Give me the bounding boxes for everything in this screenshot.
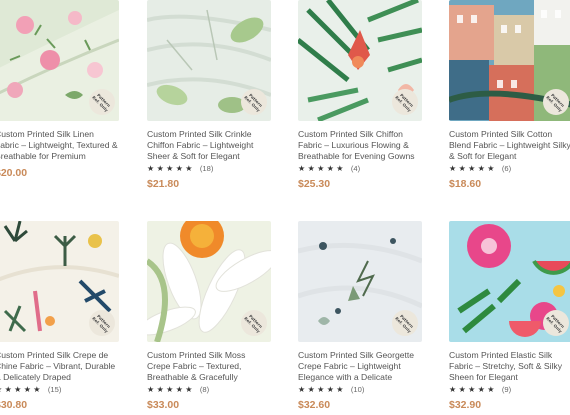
star-icon: ★★★★★ [449,164,497,173]
rating: ★★★★★ (9) [449,385,570,395]
product-price: $20.00 [0,167,28,179]
product-price: $30.80 [0,399,28,411]
product-image[interactable]: Pattern Ref. Only [0,0,119,121]
product-image[interactable]: Pattern Ref. Only [298,221,422,342]
product-image[interactable]: Pattern Ref. Only [0,221,119,342]
product-image[interactable]: Pattern Ref. Only [449,0,570,121]
product-price: $21.80 [147,178,180,190]
rating-count: (9) [501,385,512,394]
rating-count: (4) [350,164,361,173]
product-title[interactable]: Custom Printed Silk Crinkle Chiffon Fabr… [147,129,271,163]
product-image[interactable]: Pattern Ref. Only [147,221,271,342]
product-card[interactable]: Pattern Ref. Only Custom Printed Elastic… [449,221,570,411]
product-card[interactable]: Pattern Ref. Only Custom Printed Silk Li… [0,0,119,179]
star-icon: ★★★★★ [147,385,195,394]
product-card[interactable]: Pattern Ref. Only Custom Printed Silk Cr… [0,221,119,411]
product-price: $33.00 [147,399,180,411]
product-price: $18.60 [449,178,482,190]
product-card[interactable]: Pattern Ref. Only Custom Printed Silk Cr… [147,0,271,190]
product-card[interactable]: Pattern Ref. Only Custom Printed Silk Co… [449,0,570,190]
product-price: $25.30 [298,178,331,190]
product-title[interactable]: Custom Printed Elastic Silk Fabric – Str… [449,350,570,384]
rating: ★★★★★ (18) [147,164,271,174]
star-icon: ★★★★★ [449,385,497,394]
rating-count: (6) [501,164,512,173]
product-image[interactable]: Pattern Ref. Only [147,0,271,121]
product-title[interactable]: Custom Printed Silk Crepe de Chine Fabri… [0,350,119,384]
rating-count: (8) [199,385,210,394]
rating-count: (10) [350,385,365,394]
rating: ★★★★★ (6) [449,164,570,174]
product-title[interactable]: Custom Printed Silk Cotton Blend Fabric … [449,129,570,163]
product-image[interactable]: Pattern Ref. Only [298,0,422,121]
star-icon: ★★★★★ [298,385,346,394]
star-icon: ★★★★★ [147,164,195,173]
product-title[interactable]: Custom Printed Silk Linen Fabric – Light… [0,129,119,163]
rating: ★★★★★ (8) [147,385,271,395]
product-title[interactable]: Custom Printed Silk Moss Crepe Fabric – … [147,350,271,384]
product-price: $32.60 [298,399,331,411]
rating: ★★★★★ (10) [298,385,422,395]
rating-count: (15) [47,385,62,394]
product-card[interactable]: Pattern Ref. Only Custom Printed Silk Ge… [298,221,422,411]
product-card[interactable]: Pattern Ref. Only Custom Printed Silk Ch… [298,0,422,190]
product-title[interactable]: Custom Printed Silk Georgette Crepe Fabr… [298,350,422,384]
product-image[interactable]: Pattern Ref. Only [449,221,570,342]
rating: ★★★★★ (15) [0,385,119,395]
star-icon: ★★★★★ [298,164,346,173]
product-title[interactable]: Custom Printed Silk Chiffon Fabric – Lux… [298,129,422,163]
star-icon: ★★★★★ [0,385,43,394]
rating: ★★★★★ (4) [298,164,422,174]
product-card[interactable]: Pattern Ref. Only Custom Printed Silk Mo… [147,221,271,411]
rating-count: (18) [199,164,214,173]
product-price: $32.90 [449,399,482,411]
product-grid: Pattern Ref. Only Custom Printed Silk Li… [0,0,570,415]
